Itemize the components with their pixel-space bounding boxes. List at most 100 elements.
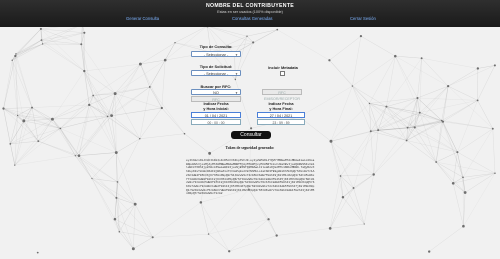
network-line: [149, 42, 176, 88]
network-line: [248, 189, 277, 236]
network-line: [140, 59, 166, 65]
network-line: [174, 25, 208, 43]
network-line: [373, 130, 379, 175]
network-line: [360, 36, 396, 57]
network-line: [429, 226, 464, 252]
network-node: [163, 58, 167, 62]
network-line: [78, 155, 93, 179]
network-line: [40, 28, 85, 33]
network-node: [114, 151, 118, 155]
hora-final-input[interactable]: 23 : 59 : 59: [257, 119, 305, 125]
network-node: [339, 175, 342, 177]
incluir-metadata-checkbox[interactable]: [280, 71, 285, 76]
fecha-final-input[interactable]: 27 / 04 / 2021: [257, 112, 305, 118]
network-node: [22, 119, 26, 123]
token-label: Token de seguridad generado:: [225, 146, 275, 150]
network-node: [151, 236, 154, 239]
network-line: [75, 155, 118, 183]
network-node: [116, 181, 119, 183]
page-subtitle: Estas en ser usados (100% disponible): [217, 10, 283, 14]
network-node: [462, 176, 464, 179]
network-node: [372, 173, 375, 176]
network-node: [9, 142, 12, 145]
network-line: [41, 39, 85, 72]
network-node: [491, 127, 494, 130]
network-line: [200, 202, 209, 235]
network-node: [493, 64, 496, 67]
network-line: [342, 187, 354, 198]
nav-cerrar-sesion[interactable]: Cerrar Sesión: [350, 16, 376, 21]
network-node: [83, 31, 86, 34]
network-line: [114, 197, 117, 220]
network-node: [276, 28, 279, 31]
network-node: [11, 59, 13, 62]
network-line: [78, 155, 117, 198]
network-node: [456, 151, 459, 154]
nav-consultas-generadas[interactable]: Consultas Generadas: [232, 16, 273, 21]
network-line: [93, 95, 112, 116]
network-line: [75, 155, 93, 179]
fecha-inicial-input[interactable]: 01 / 04 / 2021: [191, 112, 241, 118]
network-node: [463, 191, 467, 194]
network-node: [139, 138, 141, 140]
nav-generar-consulta[interactable]: Generar Consulta: [126, 16, 159, 21]
network-node: [115, 196, 118, 199]
network-node: [405, 139, 408, 142]
network-line: [340, 175, 354, 189]
network-line: [140, 63, 162, 109]
network-line: [453, 183, 464, 227]
network-line: [111, 107, 162, 116]
network-line: [184, 133, 210, 154]
network-line: [119, 231, 134, 249]
network-line: [329, 60, 370, 104]
network-line: [330, 223, 365, 229]
tipo-consulta-label: Tipo de Consulta:: [199, 44, 233, 49]
rfc-emisor-receptor-input[interactable]: RFC EMISOR/RECEPTOR: [262, 89, 302, 101]
consultar-button[interactable]: Consultar: [231, 131, 271, 139]
network-node: [113, 217, 117, 221]
network-node: [451, 181, 455, 185]
network-line: [395, 56, 420, 113]
network-node: [74, 155, 76, 157]
network-line: [492, 128, 496, 174]
buscar-rfc-select[interactable]: NO ▼: [191, 89, 241, 95]
network-line: [234, 29, 278, 54]
network-line: [111, 63, 141, 116]
network-node: [88, 103, 91, 107]
tipo-solicitud-select[interactable]: - Seleccionar - ▼: [191, 70, 241, 76]
network-line: [414, 121, 444, 128]
network-line: [417, 97, 420, 113]
network-line: [15, 55, 33, 108]
network-node: [37, 140, 40, 143]
network-line: [139, 133, 185, 139]
network-node: [351, 85, 354, 87]
network-line: [329, 175, 341, 229]
network-line: [414, 127, 437, 163]
network-line: [370, 97, 418, 132]
network-line: [12, 60, 33, 108]
network-node: [363, 223, 365, 225]
network-node: [208, 151, 212, 155]
network-line: [453, 177, 464, 184]
network-line: [462, 177, 466, 193]
network-node: [328, 59, 331, 62]
network-line: [15, 43, 43, 57]
network-line: [436, 161, 464, 178]
network-node: [447, 85, 450, 88]
hora-inicial-input[interactable]: 00 : 00 : 00: [191, 119, 241, 125]
network-line: [208, 233, 230, 252]
tipo-consulta-select[interactable]: - Seleccionar - ▼: [191, 51, 241, 57]
network-node: [377, 129, 380, 132]
network-line: [116, 152, 136, 205]
network-line: [17, 115, 39, 142]
network-node: [14, 164, 16, 166]
network-node: [368, 102, 371, 105]
network-line: [436, 161, 454, 184]
network-line: [107, 63, 141, 117]
network-line: [133, 237, 153, 249]
network-line: [330, 85, 353, 142]
network-line: [342, 197, 365, 225]
network-line: [370, 131, 407, 141]
network-line: [15, 43, 43, 55]
network-line: [40, 28, 85, 72]
